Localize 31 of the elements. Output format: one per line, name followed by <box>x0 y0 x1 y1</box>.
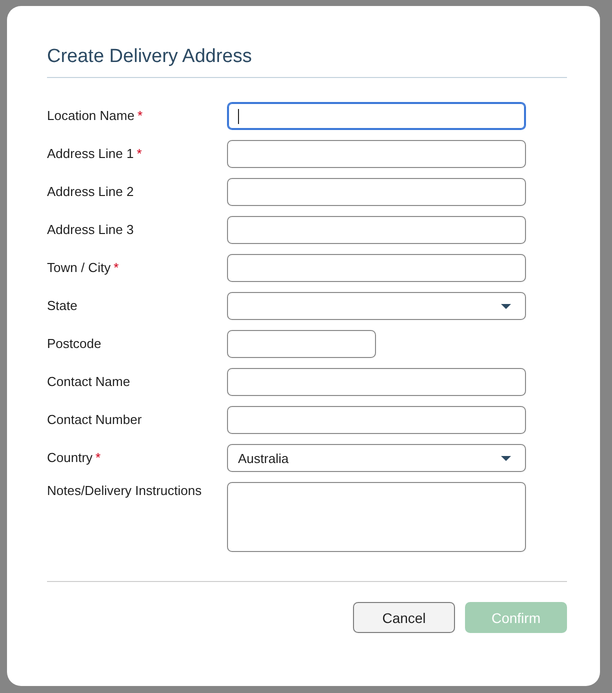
dropdown[interactable] <box>227 292 526 320</box>
field-label: Address Line 3 <box>47 221 135 239</box>
text-field[interactable] <box>227 140 526 168</box>
field-label: Address Line 1 * <box>47 145 143 163</box>
text-field[interactable] <box>227 330 376 358</box>
field-label: State <box>47 297 78 315</box>
text-field[interactable] <box>227 368 526 396</box>
required-asterisk: * <box>136 146 142 161</box>
field-label: Town / City * <box>47 259 120 277</box>
text-field[interactable] <box>227 102 526 130</box>
field-label: Country * <box>47 449 102 467</box>
field-label: Contact Number <box>47 411 143 429</box>
field-label: Postcode <box>47 335 102 353</box>
dropdown-caret-icon <box>501 456 511 461</box>
text-field[interactable] <box>227 254 526 282</box>
dialog-title: Create Delivery Address <box>47 46 567 78</box>
field-label: Contact Name <box>47 373 132 391</box>
required-asterisk: * <box>96 450 101 465</box>
field-label: Notes/Delivery Instructions <box>47 482 203 500</box>
dropdown-caret-icon <box>501 304 511 309</box>
dropdown[interactable]: Australia <box>227 444 526 472</box>
text-cursor <box>238 108 239 124</box>
text-field[interactable] <box>227 406 526 434</box>
required-asterisk: * <box>114 260 119 275</box>
field-label: Address Line 2 <box>47 183 135 201</box>
field-label: Location Name * <box>47 107 144 125</box>
text-area[interactable] <box>227 482 526 552</box>
text-field[interactable] <box>227 216 526 244</box>
required-asterisk: * <box>137 108 143 123</box>
cancel-button[interactable]: Cancel <box>353 602 455 633</box>
text-field[interactable] <box>227 178 526 206</box>
